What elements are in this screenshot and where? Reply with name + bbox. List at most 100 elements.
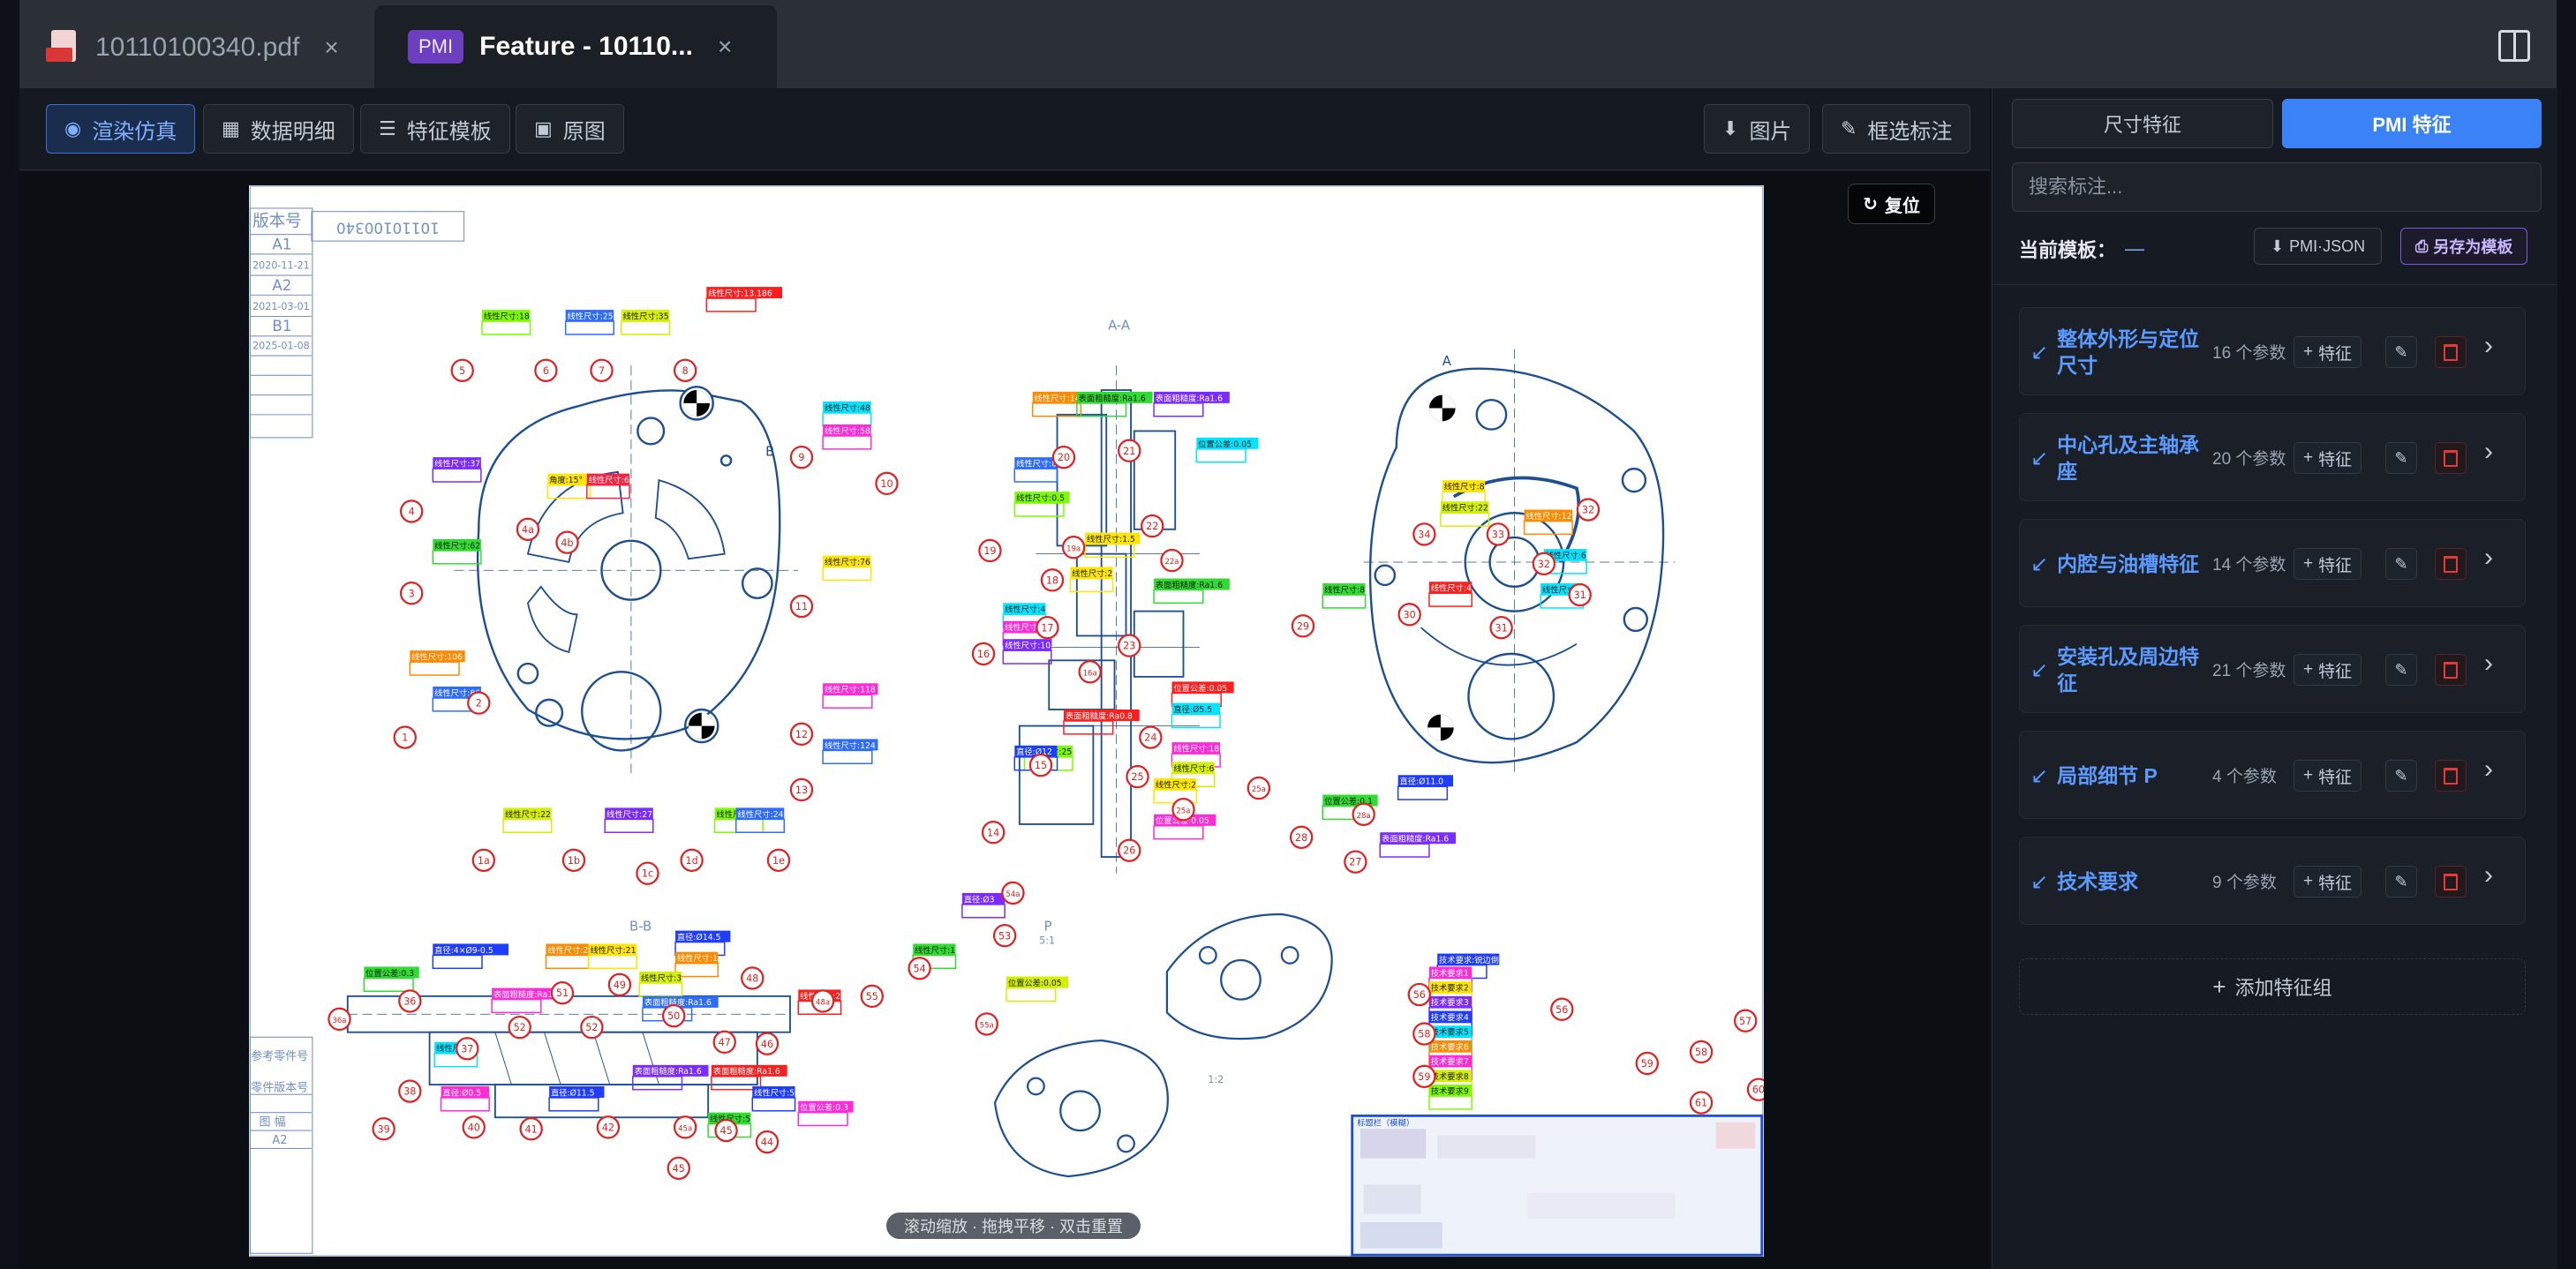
delete-group-button[interactable] <box>2435 866 2467 897</box>
pmi-balloon[interactable]: 36a <box>328 1007 351 1032</box>
render-simulation-button[interactable]: ◉ 渲染仿真 <box>46 104 196 154</box>
pmi-balloon[interactable]: 19 <box>978 538 1002 563</box>
pmi-balloon[interactable]: 15 <box>1028 753 1053 777</box>
add-feature-button[interactable]: + 特征 <box>2294 866 2362 897</box>
pmi-balloon[interactable]: 16 <box>971 642 996 666</box>
pmi-balloon[interactable]: 16a <box>1078 660 1102 684</box>
chevron-right-icon[interactable]: › <box>2484 543 2493 573</box>
feature-group-item[interactable]: ↙ 技术要求 9 个参数 + 特征 ✎ › <box>2019 837 2526 925</box>
edit-group-button[interactable]: ✎ <box>2385 760 2417 792</box>
pmi-balloon[interactable]: 10 <box>875 471 899 496</box>
pmi-balloon[interactable]: 6 <box>534 358 558 382</box>
feature-group-title[interactable]: ↙ 整体外形与定位尺寸 <box>2030 308 2216 396</box>
pmi-balloon[interactable]: 22 <box>1141 514 1164 538</box>
pmi-balloon[interactable]: 58 <box>1412 1022 1436 1046</box>
pmi-balloon[interactable]: 33 <box>1486 522 1510 546</box>
pmi-balloon[interactable]: 18 <box>1040 568 1065 592</box>
add-feature-group-button[interactable]: + 添加特征组 <box>2019 958 2526 1015</box>
pmi-balloon[interactable]: 39 <box>372 1117 395 1141</box>
pmi-balloon[interactable]: 45a <box>673 1115 697 1139</box>
pmi-balloon[interactable]: 29 <box>1291 614 1315 638</box>
feature-group-item[interactable]: ↙ 局部细节 P 4 个参数 + 特征 ✎ › <box>2019 731 2526 819</box>
chevron-right-icon[interactable]: › <box>2484 755 2493 785</box>
pmi-balloon[interactable]: 50 <box>661 1003 686 1028</box>
pmi-balloon[interactable]: 31 <box>1489 616 1513 640</box>
pmi-balloon[interactable]: 46 <box>755 1032 780 1055</box>
pmi-balloon[interactable]: 12 <box>789 722 814 747</box>
pmi-balloon[interactable]: 53 <box>992 923 1017 948</box>
pmi-balloon[interactable]: 40 <box>462 1115 486 1139</box>
tab-dimension-features[interactable]: 尺寸特征 <box>2012 99 2273 148</box>
search-annotation-input[interactable] <box>2012 162 2542 212</box>
feature-group-title[interactable]: ↙ 安装孔及周边特征 <box>2030 626 2216 714</box>
delete-group-button[interactable] <box>2435 336 2467 368</box>
close-icon[interactable]: × <box>718 33 732 61</box>
pmi-balloon[interactable]: 23 <box>1118 634 1141 657</box>
pmi-balloon[interactable]: 59 <box>1412 1064 1436 1088</box>
delete-group-button[interactable] <box>2435 760 2467 792</box>
add-feature-button[interactable]: + 特征 <box>2294 548 2362 580</box>
pmi-balloon[interactable]: 48a <box>810 989 835 1013</box>
pmi-balloon[interactable]: 7 <box>590 358 614 382</box>
image-download-button[interactable]: ⬇ 图片 <box>1704 104 1811 154</box>
pmi-balloon[interactable]: 41 <box>519 1117 543 1141</box>
pmi-balloon[interactable]: 1b <box>561 848 586 872</box>
pmi-balloon[interactable]: 31 <box>1568 582 1592 607</box>
pmi-balloon[interactable]: 4 <box>399 499 424 523</box>
edit-group-button[interactable]: ✎ <box>2385 442 2417 474</box>
edit-group-button[interactable]: ✎ <box>2385 548 2417 580</box>
pmi-balloon[interactable]: 55a <box>975 1012 998 1036</box>
pmi-balloon[interactable]: 8 <box>673 358 697 382</box>
pmi-balloon[interactable]: 44 <box>755 1130 780 1154</box>
pmi-balloon[interactable]: 25 <box>1126 764 1149 789</box>
feature-group-item[interactable]: ↙ 整体外形与定位尺寸 16 个参数 + 特征 ✎ › <box>2019 307 2526 395</box>
feature-group-title[interactable]: ↙ 技术要求 <box>2030 837 2216 926</box>
pmi-balloon[interactable]: 48 <box>741 966 765 990</box>
pmi-balloon[interactable]: 17 <box>1036 616 1059 640</box>
original-image-button[interactable]: ▣ 原图 <box>516 104 624 154</box>
delete-group-button[interactable] <box>2435 442 2467 474</box>
pmi-balloon[interactable]: 51 <box>550 980 575 1005</box>
feature-group-item[interactable]: ↙ 内腔与油槽特征 14 个参数 + 特征 ✎ › <box>2019 519 2526 607</box>
export-pmi-json-button[interactable]: ⬇ PMI·JSON <box>2254 228 2383 265</box>
pmi-balloon[interactable]: 54a <box>1001 881 1025 905</box>
pmi-balloon[interactable]: 28 <box>1289 825 1314 849</box>
pmi-balloon[interactable]: 30 <box>1397 603 1421 627</box>
pmi-balloon[interactable]: 45 <box>714 1118 738 1143</box>
pmi-balloon[interactable]: 1a <box>471 848 496 872</box>
pmi-balloon[interactable]: 13 <box>789 777 814 802</box>
pmi-balloon[interactable]: 42 <box>596 1115 621 1139</box>
pmi-balloon[interactable]: 52 <box>580 1015 604 1040</box>
pmi-balloon[interactable]: 25a <box>1171 798 1195 822</box>
pmi-balloon[interactable]: 28a <box>1352 802 1375 826</box>
pmi-balloon[interactable]: 34 <box>1412 522 1436 546</box>
pmi-balloon[interactable]: 49 <box>607 972 632 997</box>
pmi-balloon[interactable]: 54 <box>908 957 931 980</box>
close-icon[interactable]: × <box>324 34 338 62</box>
pmi-balloon[interactable]: 20 <box>1051 445 1076 469</box>
pmi-balloon[interactable]: 58 <box>1689 1040 1714 1064</box>
pmi-balloon[interactable]: 26 <box>1118 838 1141 862</box>
add-feature-button[interactable]: + 特征 <box>2294 654 2362 686</box>
pmi-balloon[interactable]: 1d <box>680 848 704 872</box>
feature-group-title[interactable]: ↙ 内腔与油槽特征 <box>2030 520 2216 608</box>
pmi-balloon[interactable]: 4a <box>516 517 540 541</box>
pmi-balloon[interactable]: 9 <box>789 445 814 469</box>
reset-button[interactable]: ↻ 复位 <box>1848 184 1935 224</box>
pmi-balloon[interactable]: 1e <box>766 848 791 872</box>
pmi-balloon[interactable]: 61 <box>1689 1091 1714 1115</box>
chevron-right-icon[interactable]: › <box>2484 649 2493 679</box>
save-as-template-button[interactable]: ⎙ 另存为模板 <box>2400 228 2528 265</box>
pmi-balloon[interactable]: 36 <box>398 989 422 1013</box>
pmi-balloon[interactable]: 59 <box>1635 1051 1659 1076</box>
pmi-balloon[interactable]: 55 <box>860 984 884 1009</box>
pmi-balloon[interactable]: 1c <box>636 861 659 885</box>
pmi-balloon[interactable]: 24 <box>1139 725 1163 749</box>
tab-pdf[interactable]: 10110100340.pdf × <box>46 7 390 88</box>
pmi-balloon[interactable]: 45 <box>667 1156 690 1180</box>
pmi-balloon[interactable]: 27 <box>1344 850 1367 874</box>
delete-group-button[interactable] <box>2435 654 2467 686</box>
data-detail-button[interactable]: ▦ 数据明细 <box>203 104 354 154</box>
edit-group-button[interactable]: ✎ <box>2385 654 2417 686</box>
pmi-balloon[interactable]: 32 <box>1532 552 1556 575</box>
